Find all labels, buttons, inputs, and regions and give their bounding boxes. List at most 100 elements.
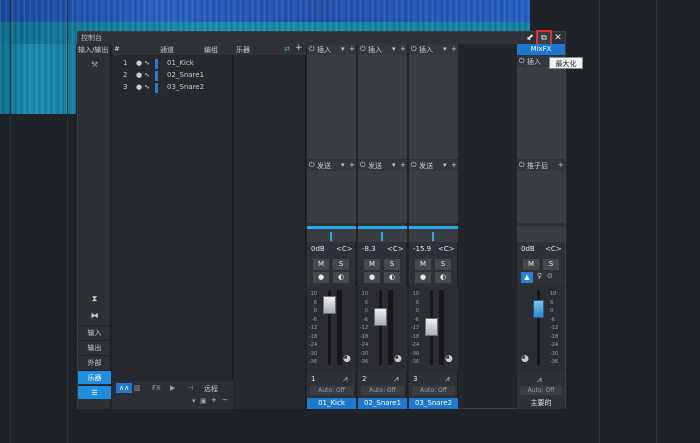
sends-slot[interactable] xyxy=(517,171,565,223)
fader-rail[interactable] xyxy=(379,290,382,365)
remove-icon[interactable]: − xyxy=(222,396,228,404)
inserts-header[interactable]: ⏻ 插入 ▾ + xyxy=(307,44,356,55)
mute-button[interactable]: M xyxy=(415,259,431,270)
automation-mode[interactable]: Auto: Off xyxy=(412,386,455,395)
maximize-button[interactable]: ⧉ xyxy=(536,30,552,46)
add-insert-icon[interactable]: + xyxy=(451,45,457,53)
metronome-icon[interactable]: ▲ xyxy=(521,272,533,283)
pan-marker[interactable] xyxy=(381,232,383,241)
sends-slot[interactable] xyxy=(307,171,356,223)
wrench-icon[interactable]: ⚒ xyxy=(91,60,98,69)
sends-slot[interactable] xyxy=(409,171,458,223)
monitor-icon[interactable]: ◐ xyxy=(384,272,400,283)
title-bar[interactable]: 控制台 ⬋ ⧉ ✕ xyxy=(78,30,565,46)
volume-readout[interactable]: 0dB xyxy=(311,245,325,253)
volume-fader[interactable] xyxy=(425,318,438,336)
pan-marker[interactable] xyxy=(330,232,332,241)
automation-icon[interactable]: ⩘ xyxy=(445,374,450,384)
mic-icon[interactable]: ♀ xyxy=(537,272,542,280)
collapse-horizontal-icon[interactable]: ⧓ xyxy=(78,309,111,323)
channel-name[interactable]: 03_Snare2 xyxy=(409,398,458,409)
add-insert-icon[interactable]: + xyxy=(400,45,406,53)
track-row[interactable]: 3 ● ∿ 03_Snare2 xyxy=(112,82,233,94)
pan-knob-icon[interactable]: ◕ xyxy=(343,354,351,364)
midi-filter-icon[interactable]: ▥ xyxy=(134,384,141,392)
list-view-icon[interactable]: ☰ xyxy=(78,385,111,399)
add-send-icon[interactable]: + xyxy=(558,161,564,169)
nav-instruments[interactable]: 乐器 xyxy=(78,370,111,384)
pan-knob-icon[interactable]: ◕ xyxy=(521,354,529,364)
power-icon[interactable]: ⏻ xyxy=(519,161,525,170)
track-row[interactable]: 2 ● ∿ 02_Snare1 xyxy=(112,70,233,82)
post-fader-header[interactable]: ⏻ 推子后 + xyxy=(517,160,565,171)
automation-icon[interactable]: ⩘ xyxy=(394,374,399,384)
channel-name[interactable]: 01_Kick xyxy=(307,398,356,409)
inserts-slot[interactable] xyxy=(358,55,407,159)
visible-dot-icon[interactable]: ● xyxy=(136,71,142,79)
pan-readout[interactable]: <C> xyxy=(336,245,353,253)
mute-button[interactable]: M xyxy=(313,259,329,270)
inserts-header[interactable]: ⏻ 插入 ▾ + xyxy=(409,44,458,55)
add-send-icon[interactable]: + xyxy=(400,161,406,169)
inserts-slot[interactable] xyxy=(517,67,565,159)
plugin-icon[interactable]: ⇄ xyxy=(284,45,290,53)
sends-menu-icon[interactable]: ▾ xyxy=(341,161,345,169)
record-icon[interactable]: ● xyxy=(415,272,431,283)
main-channel-name[interactable]: 主要的 xyxy=(517,398,565,409)
inserts-slot[interactable] xyxy=(307,55,356,159)
power-icon[interactable]: ⏻ xyxy=(309,161,315,170)
channel-name[interactable]: 02_Snare1 xyxy=(358,398,407,409)
io-label[interactable]: 输入/输出 xyxy=(78,45,111,56)
visible-dot-icon[interactable]: ● xyxy=(136,59,142,67)
solo-button[interactable]: S xyxy=(435,259,451,270)
audio-filter-icon[interactable]: ∧∧ xyxy=(116,383,133,393)
automation-mode[interactable]: Auto: Off xyxy=(361,386,404,395)
mute-button[interactable]: M xyxy=(523,259,539,270)
automation-mode[interactable]: Auto: Off xyxy=(310,386,353,395)
solo-button[interactable]: S xyxy=(384,259,400,270)
volume-fader[interactable] xyxy=(374,308,387,326)
nav-inputs[interactable]: 输入 xyxy=(78,325,111,339)
add-send-icon[interactable]: + xyxy=(349,161,355,169)
mixfx-selector[interactable]: MixFX xyxy=(517,44,565,55)
fx-filter[interactable]: FX xyxy=(152,384,161,392)
pan-marker[interactable] xyxy=(432,232,434,241)
solo-button[interactable]: S xyxy=(333,259,349,270)
volume-fader[interactable] xyxy=(323,296,336,314)
power-icon[interactable]: ⏻ xyxy=(360,161,366,170)
volume-readout[interactable]: -15.9 xyxy=(413,245,431,253)
volume-readout[interactable]: 0dB xyxy=(521,245,535,253)
sends-menu-icon[interactable]: ▾ xyxy=(443,161,447,169)
record-icon[interactable]: ● xyxy=(364,272,380,283)
visible-dot-icon[interactable]: ● xyxy=(136,83,142,91)
volume-readout[interactable]: -8.3 xyxy=(362,245,376,253)
power-icon[interactable]: ⏻ xyxy=(519,57,525,66)
pan-readout[interactable]: <C> xyxy=(387,245,404,253)
pin-icon[interactable]: ⬋ xyxy=(524,32,536,44)
close-icon[interactable]: ✕ xyxy=(552,32,564,44)
remote-tab[interactable]: 远程 xyxy=(204,384,218,394)
sends-header[interactable]: ⏻ 发送 ▾ + xyxy=(409,160,458,171)
solo-button[interactable]: S xyxy=(543,259,559,270)
pan-knob-icon[interactable]: ◕ xyxy=(394,354,402,364)
pan-readout[interactable]: <C> xyxy=(545,245,562,253)
add-icon[interactable]: + xyxy=(211,396,217,404)
power-icon[interactable]: ⏻ xyxy=(411,161,417,170)
sends-menu-icon[interactable]: ▾ xyxy=(392,161,396,169)
toggle-icon[interactable]: ⊙ xyxy=(547,272,553,280)
add-insert-icon[interactable]: + xyxy=(349,45,355,53)
inserts-slot[interactable] xyxy=(409,55,458,159)
nav-external[interactable]: 外部 xyxy=(78,355,111,369)
power-icon[interactable]: ⏻ xyxy=(411,45,417,54)
power-icon[interactable]: ⏻ xyxy=(309,45,315,54)
pan-readout[interactable]: <C> xyxy=(438,245,455,253)
automation-mode[interactable]: Auto: Off xyxy=(520,386,562,395)
sends-header[interactable]: ⏻ 发送 ▾ + xyxy=(307,160,356,171)
inserts-header[interactable]: ⏻ 插入 ▾ + xyxy=(358,44,407,55)
track-row[interactable]: 1 ● ∿ 01_Kick xyxy=(112,58,233,70)
monitor-icon[interactable]: ◐ xyxy=(435,272,451,283)
automation-icon[interactable]: ⩘ xyxy=(537,375,542,385)
inserts-menu-icon[interactable]: ▾ xyxy=(392,45,396,53)
add-instrument-icon[interactable]: + xyxy=(295,43,303,53)
power-icon[interactable]: ⏻ xyxy=(360,45,366,54)
